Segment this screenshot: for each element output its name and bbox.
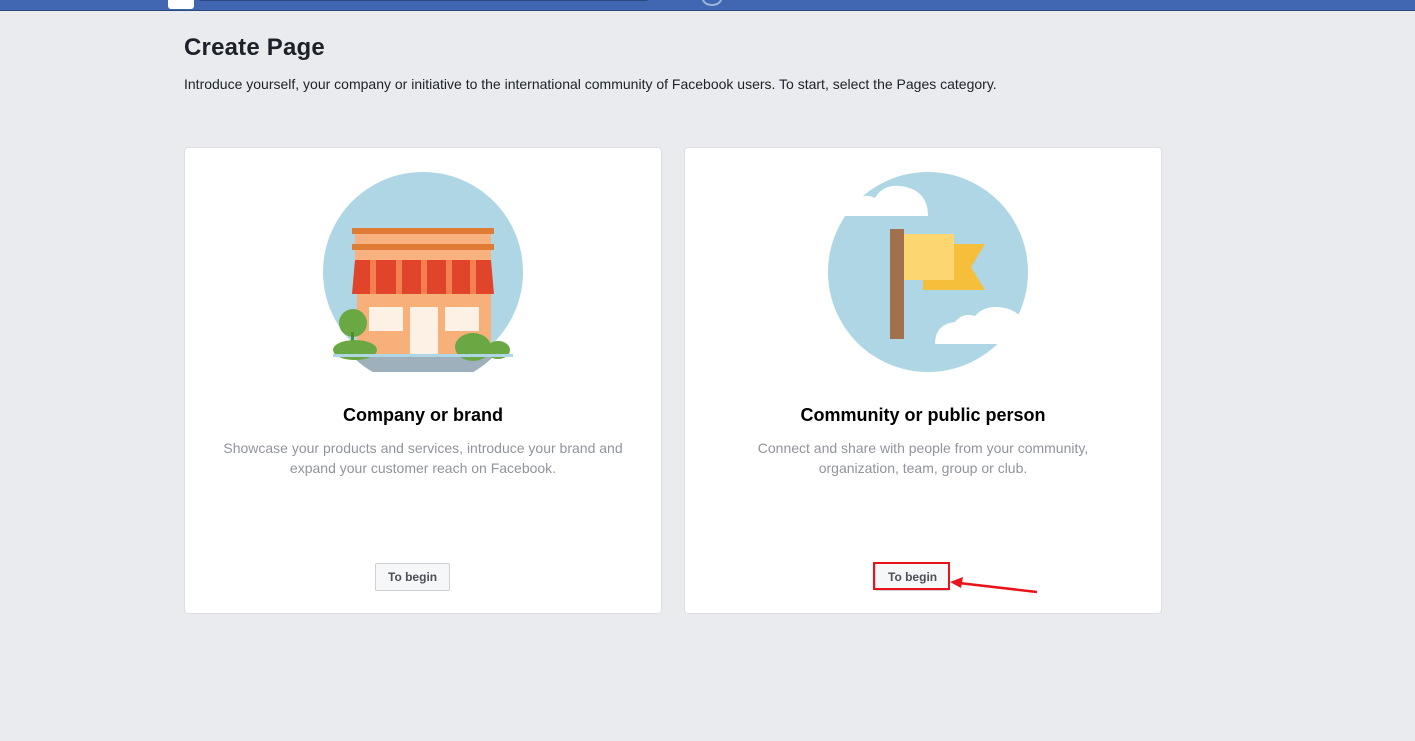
top-navigation-bar [0,0,1415,11]
company-begin-button[interactable]: To begin [375,563,451,591]
card-description: Showcase your products and services, int… [223,440,623,476]
storefront-illustration-icon [323,172,523,372]
card-title: Community or public person [800,405,1046,425]
search-icon[interactable] [702,0,722,6]
page-intro-text: Introduce yourself, your company or init… [184,76,997,92]
facebook-logo-icon[interactable] [168,0,194,9]
card-description: Connect and share with people from your … [757,440,1089,476]
flag-illustration-icon [828,172,1033,372]
card-title: Company or brand [342,405,503,425]
community-begin-button[interactable]: To begin [875,563,951,591]
company-or-brand-card[interactable]: Company or brand Showcase your products … [184,147,662,614]
search-input[interactable] [199,0,648,1]
community-or-public-person-card[interactable]: Community or public person Connect and s… [684,147,1162,614]
page-title: Create Page [184,34,325,61]
